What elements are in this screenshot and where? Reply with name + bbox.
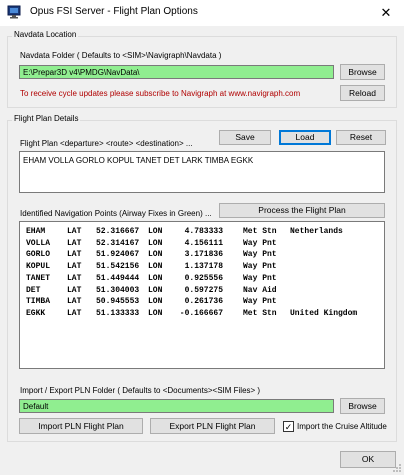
pln-folder-label: Import / Export PLN Folder ( Defaults to… xyxy=(20,386,261,395)
nav-point-lat: 51.133333 xyxy=(96,308,140,318)
nav-point-lat: 51.924067 xyxy=(96,250,140,260)
nav-point-lat-tag: LAT xyxy=(67,262,82,272)
nav-point-country: United Kingdom xyxy=(290,308,358,318)
nav-point-id: TANET xyxy=(26,273,51,283)
nav-point-type: Met Stn xyxy=(243,308,277,318)
nav-point-lon-tag: LON xyxy=(148,273,163,283)
nav-point-lon: 1.137178 xyxy=(184,262,223,272)
nav-point-lat-tag: LAT xyxy=(67,238,82,248)
reset-button[interactable]: Reset xyxy=(336,130,386,145)
nav-point-lon-tag: LON xyxy=(148,250,163,260)
nav-point-lon-tag: LON xyxy=(148,227,163,236)
nav-point-lon-tag: LON xyxy=(148,297,163,307)
nav-point-id: KOPUL xyxy=(26,262,51,272)
nav-point-id: TIMBA xyxy=(26,297,51,307)
nav-points-list[interactable]: EHAM LAT 52.316667 LON 4.783333 Met Stn Nether… xyxy=(19,221,385,369)
nav-point-id: EGKK xyxy=(26,308,46,318)
nav-point-lon-tag: LON xyxy=(148,285,163,295)
cruise-altitude-checkbox[interactable]: ✓ xyxy=(283,421,294,432)
nav-point-lon-tag: LON xyxy=(148,262,163,272)
navdata-group-title: Navdata Location xyxy=(12,30,79,39)
ok-button[interactable]: OK xyxy=(340,451,396,468)
title-bar: Opus FSI Server - Flight Plan Options ✕ xyxy=(0,0,404,26)
pln-browse-button[interactable]: Browse xyxy=(340,398,385,414)
nav-point-lat-tag: LAT xyxy=(67,227,82,236)
nav-point-lon: 3.171836 xyxy=(184,250,223,260)
navdata-folder-value: E:\Prepar3D v4\PMDG\NavData\ xyxy=(23,68,140,77)
flight-plan-label: Flight Plan <departure> <route> <destina… xyxy=(20,139,193,148)
import-pln-button[interactable]: Import PLN Flight Plan xyxy=(19,418,143,434)
nav-point-id: EHAM xyxy=(26,227,46,236)
process-flight-plan-button[interactable]: Process the Flight Plan xyxy=(219,203,385,218)
nav-point-lat-tag: LAT xyxy=(67,250,82,260)
close-icon[interactable]: ✕ xyxy=(372,2,400,24)
nav-point-lon: 0.261736 xyxy=(184,297,223,307)
nav-point-lat: 51.449444 xyxy=(96,273,140,283)
nav-point-lat-tag: LAT xyxy=(67,297,82,307)
nav-points-label: Identified Navigation Points (Airway Fix… xyxy=(20,209,212,218)
resize-grip-icon[interactable] xyxy=(392,463,402,473)
pln-folder-value: Default xyxy=(23,402,49,411)
load-button[interactable]: Load xyxy=(279,130,331,145)
pln-folder-field[interactable]: Default xyxy=(19,399,334,413)
nav-point-lon-tag: LON xyxy=(148,308,163,318)
reload-button[interactable]: Reload xyxy=(340,85,385,101)
nav-point-lat-tag: LAT xyxy=(67,273,82,283)
nav-point-type: Way Pnt xyxy=(243,273,277,283)
flight-plan-group-title: Flight Plan Details xyxy=(12,114,81,123)
nav-point-lon: 4.156111 xyxy=(184,238,223,248)
nav-point-type: Way Pnt xyxy=(243,250,277,260)
nav-point-id: GORLO xyxy=(26,250,51,260)
nav-point-lon: -0.166667 xyxy=(179,308,223,318)
nav-point-id: DET xyxy=(26,285,41,295)
window-title: Opus FSI Server - Flight Plan Options xyxy=(30,6,198,17)
nav-point-lat: 51.542156 xyxy=(96,262,140,272)
navdata-folder-label: Navdata Folder ( Defaults to <SIM>\Navig… xyxy=(20,51,222,60)
nav-point-country: Netherlands xyxy=(290,227,343,236)
nav-point-type: Way Pnt xyxy=(243,262,277,272)
nav-point-lon: 0.597275 xyxy=(184,285,223,295)
export-pln-button[interactable]: Export PLN Flight Plan xyxy=(150,418,275,434)
nav-point-type: Nav Aid xyxy=(243,285,277,295)
nav-point-lat: 52.316667 xyxy=(96,227,140,236)
navdata-browse-button[interactable]: Browse xyxy=(340,64,385,80)
flight-plan-route-text: EHAM VOLLA GORLO KOPUL TANET DET LARK TI… xyxy=(23,156,254,165)
nav-point-type: Way Pnt xyxy=(243,238,277,248)
nav-point-lat-tag: LAT xyxy=(67,285,82,295)
nav-point-lon-tag: LON xyxy=(148,238,163,248)
nav-point-lat: 51.304003 xyxy=(96,285,140,295)
nav-point-lat: 52.314167 xyxy=(96,238,140,248)
nav-point-type: Way Pnt xyxy=(243,297,277,307)
nav-point-lon: 0.925556 xyxy=(184,273,223,283)
save-button[interactable]: Save xyxy=(219,130,271,145)
app-monitor-icon xyxy=(7,5,21,19)
nav-point-lon: 4.783333 xyxy=(184,227,223,236)
nav-point-id: VOLLA xyxy=(26,238,51,248)
navdata-folder-field[interactable]: E:\Prepar3D v4\PMDG\NavData\ xyxy=(19,65,334,79)
nav-point-lat-tag: LAT xyxy=(67,308,82,318)
navigraph-notice: To receive cycle updates please subscrib… xyxy=(20,89,301,98)
cruise-altitude-label: Import the Cruise Altitude xyxy=(297,422,387,431)
nav-point-lat: 50.945553 xyxy=(96,297,140,307)
flight-plan-textarea[interactable]: EHAM VOLLA GORLO KOPUL TANET DET LARK TI… xyxy=(19,151,385,193)
nav-point-type: Met Stn xyxy=(243,227,277,236)
